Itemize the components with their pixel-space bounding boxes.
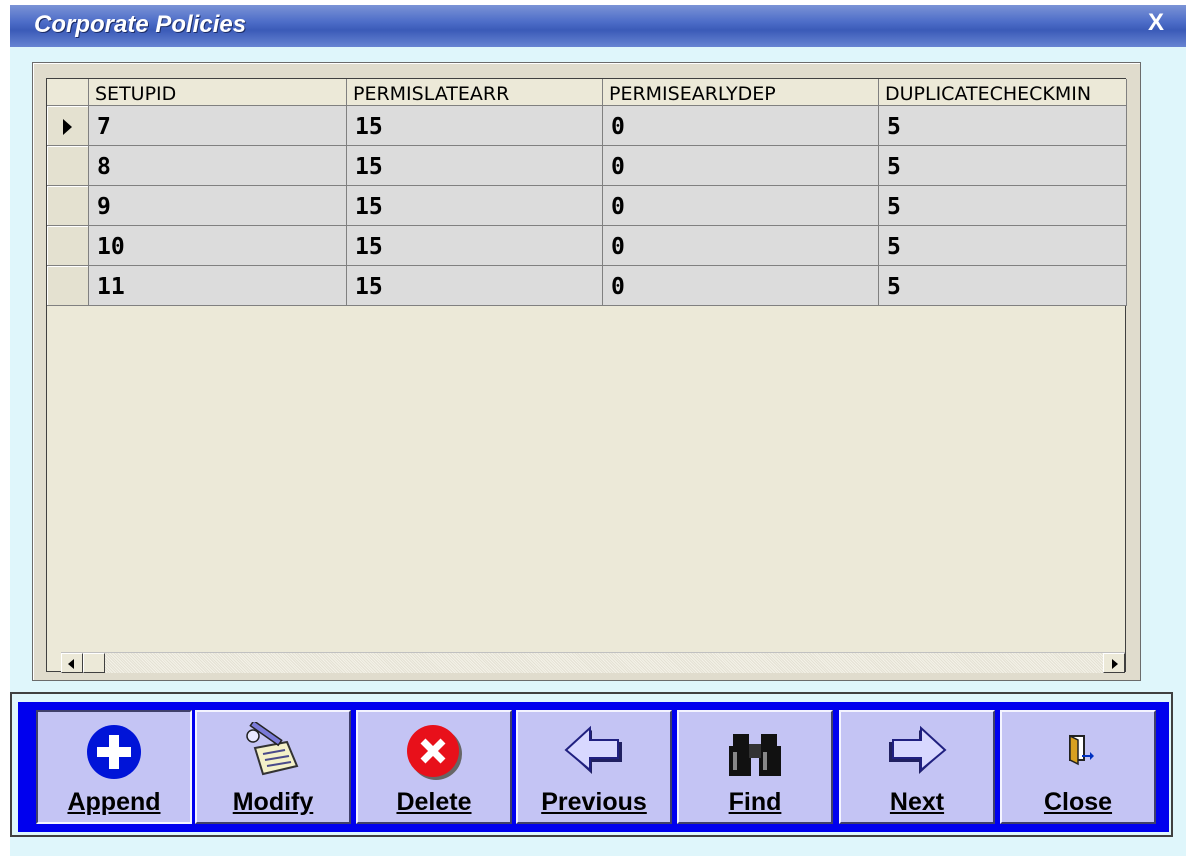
scroll-left-arrow-icon <box>68 659 74 669</box>
horizontal-scrollbar[interactable] <box>61 652 1125 673</box>
modify-label: Modify <box>232 788 314 816</box>
binoculars-icon <box>729 734 781 776</box>
table-row[interactable]: 7 15 0 5 <box>47 106 1127 146</box>
cell-duplicatecheckmin[interactable]: 5 <box>879 266 1127 306</box>
cell-permisearlydep[interactable]: 0 <box>603 106 879 146</box>
scroll-left-button[interactable] <box>61 653 83 673</box>
column-header-permisearlydep[interactable]: PERMISEARLYDEP <box>603 79 879 105</box>
row-selector[interactable] <box>47 266 89 306</box>
previous-button[interactable]: Previous <box>516 710 672 824</box>
plus-circle-icon <box>87 725 141 779</box>
cell-duplicatecheckmin[interactable]: 5 <box>879 186 1127 226</box>
exit-door-icon <box>1069 734 1094 766</box>
previous-label: Previous <box>541 788 647 816</box>
data-grid: SETUPID PERMISLATEARR PERMISEARLYDEP DUP… <box>46 78 1127 673</box>
cell-permislatearr[interactable]: 15 <box>347 186 603 226</box>
append-button[interactable]: Append <box>36 710 192 824</box>
cell-duplicatecheckmin[interactable]: 5 <box>879 146 1127 186</box>
scroll-thumb[interactable] <box>83 653 105 673</box>
column-header-duplicatecheckmin[interactable]: DUPLICATECHECKMIN <box>879 79 1127 105</box>
cell-duplicatecheckmin[interactable]: 5 <box>879 226 1127 266</box>
cell-permislatearr[interactable]: 15 <box>347 226 603 266</box>
append-label: Append <box>67 788 161 816</box>
delete-x-circle-icon <box>407 725 462 780</box>
cell-permisearlydep[interactable]: 0 <box>603 186 879 226</box>
cell-setupid[interactable]: 7 <box>89 106 347 146</box>
arrow-left-icon <box>564 725 622 774</box>
cell-setupid[interactable]: 8 <box>89 146 347 186</box>
next-button[interactable]: Next <box>839 710 995 824</box>
grid-header-row: SETUPID PERMISLATEARR PERMISEARLYDEP DUP… <box>47 79 1127 106</box>
cell-permislatearr[interactable]: 15 <box>347 266 603 306</box>
window-title: Corporate Policies <box>34 11 247 38</box>
table-row[interactable]: 10 15 0 5 <box>47 226 1127 266</box>
cell-permisearlydep[interactable]: 0 <box>603 226 879 266</box>
cell-setupid[interactable]: 10 <box>89 226 347 266</box>
arrow-right-icon <box>889 725 947 774</box>
cell-permislatearr[interactable]: 15 <box>347 146 603 186</box>
close-label: Close <box>1043 788 1113 816</box>
pen-notepad-icon <box>246 722 299 776</box>
row-selector-header <box>47 79 89 105</box>
scroll-right-button[interactable] <box>1103 653 1125 673</box>
delete-button[interactable]: Delete <box>356 710 512 824</box>
cell-duplicatecheckmin[interactable]: 5 <box>879 106 1127 146</box>
title-bar: Corporate Policies X <box>10 5 1186 47</box>
column-header-permislatearr[interactable]: PERMISLATEARR <box>347 79 603 105</box>
next-label: Next <box>889 788 945 816</box>
window-close-button[interactable]: X <box>1148 9 1164 37</box>
delete-label: Delete <box>396 788 472 816</box>
row-selector[interactable] <box>47 146 89 186</box>
scroll-right-arrow-icon <box>1112 659 1118 669</box>
find-label: Find <box>728 788 782 816</box>
cell-permislatearr[interactable]: 15 <box>347 106 603 146</box>
table-row[interactable]: 8 15 0 5 <box>47 146 1127 186</box>
row-selector[interactable] <box>47 186 89 226</box>
cell-permisearlydep[interactable]: 0 <box>603 266 879 306</box>
modify-button[interactable]: Modify <box>195 710 351 824</box>
row-selector[interactable] <box>47 106 89 146</box>
cell-setupid[interactable]: 11 <box>89 266 347 306</box>
table-row[interactable]: 11 15 0 5 <box>47 266 1127 306</box>
column-header-setupid[interactable]: SETUPID <box>89 79 347 105</box>
cell-permisearlydep[interactable]: 0 <box>603 146 879 186</box>
table-row[interactable]: 9 15 0 5 <box>47 186 1127 226</box>
current-row-indicator-icon <box>63 119 72 135</box>
cell-setupid[interactable]: 9 <box>89 186 347 226</box>
find-button[interactable]: Find <box>677 710 833 824</box>
close-button[interactable]: Close <box>1000 710 1156 824</box>
row-selector[interactable] <box>47 226 89 266</box>
